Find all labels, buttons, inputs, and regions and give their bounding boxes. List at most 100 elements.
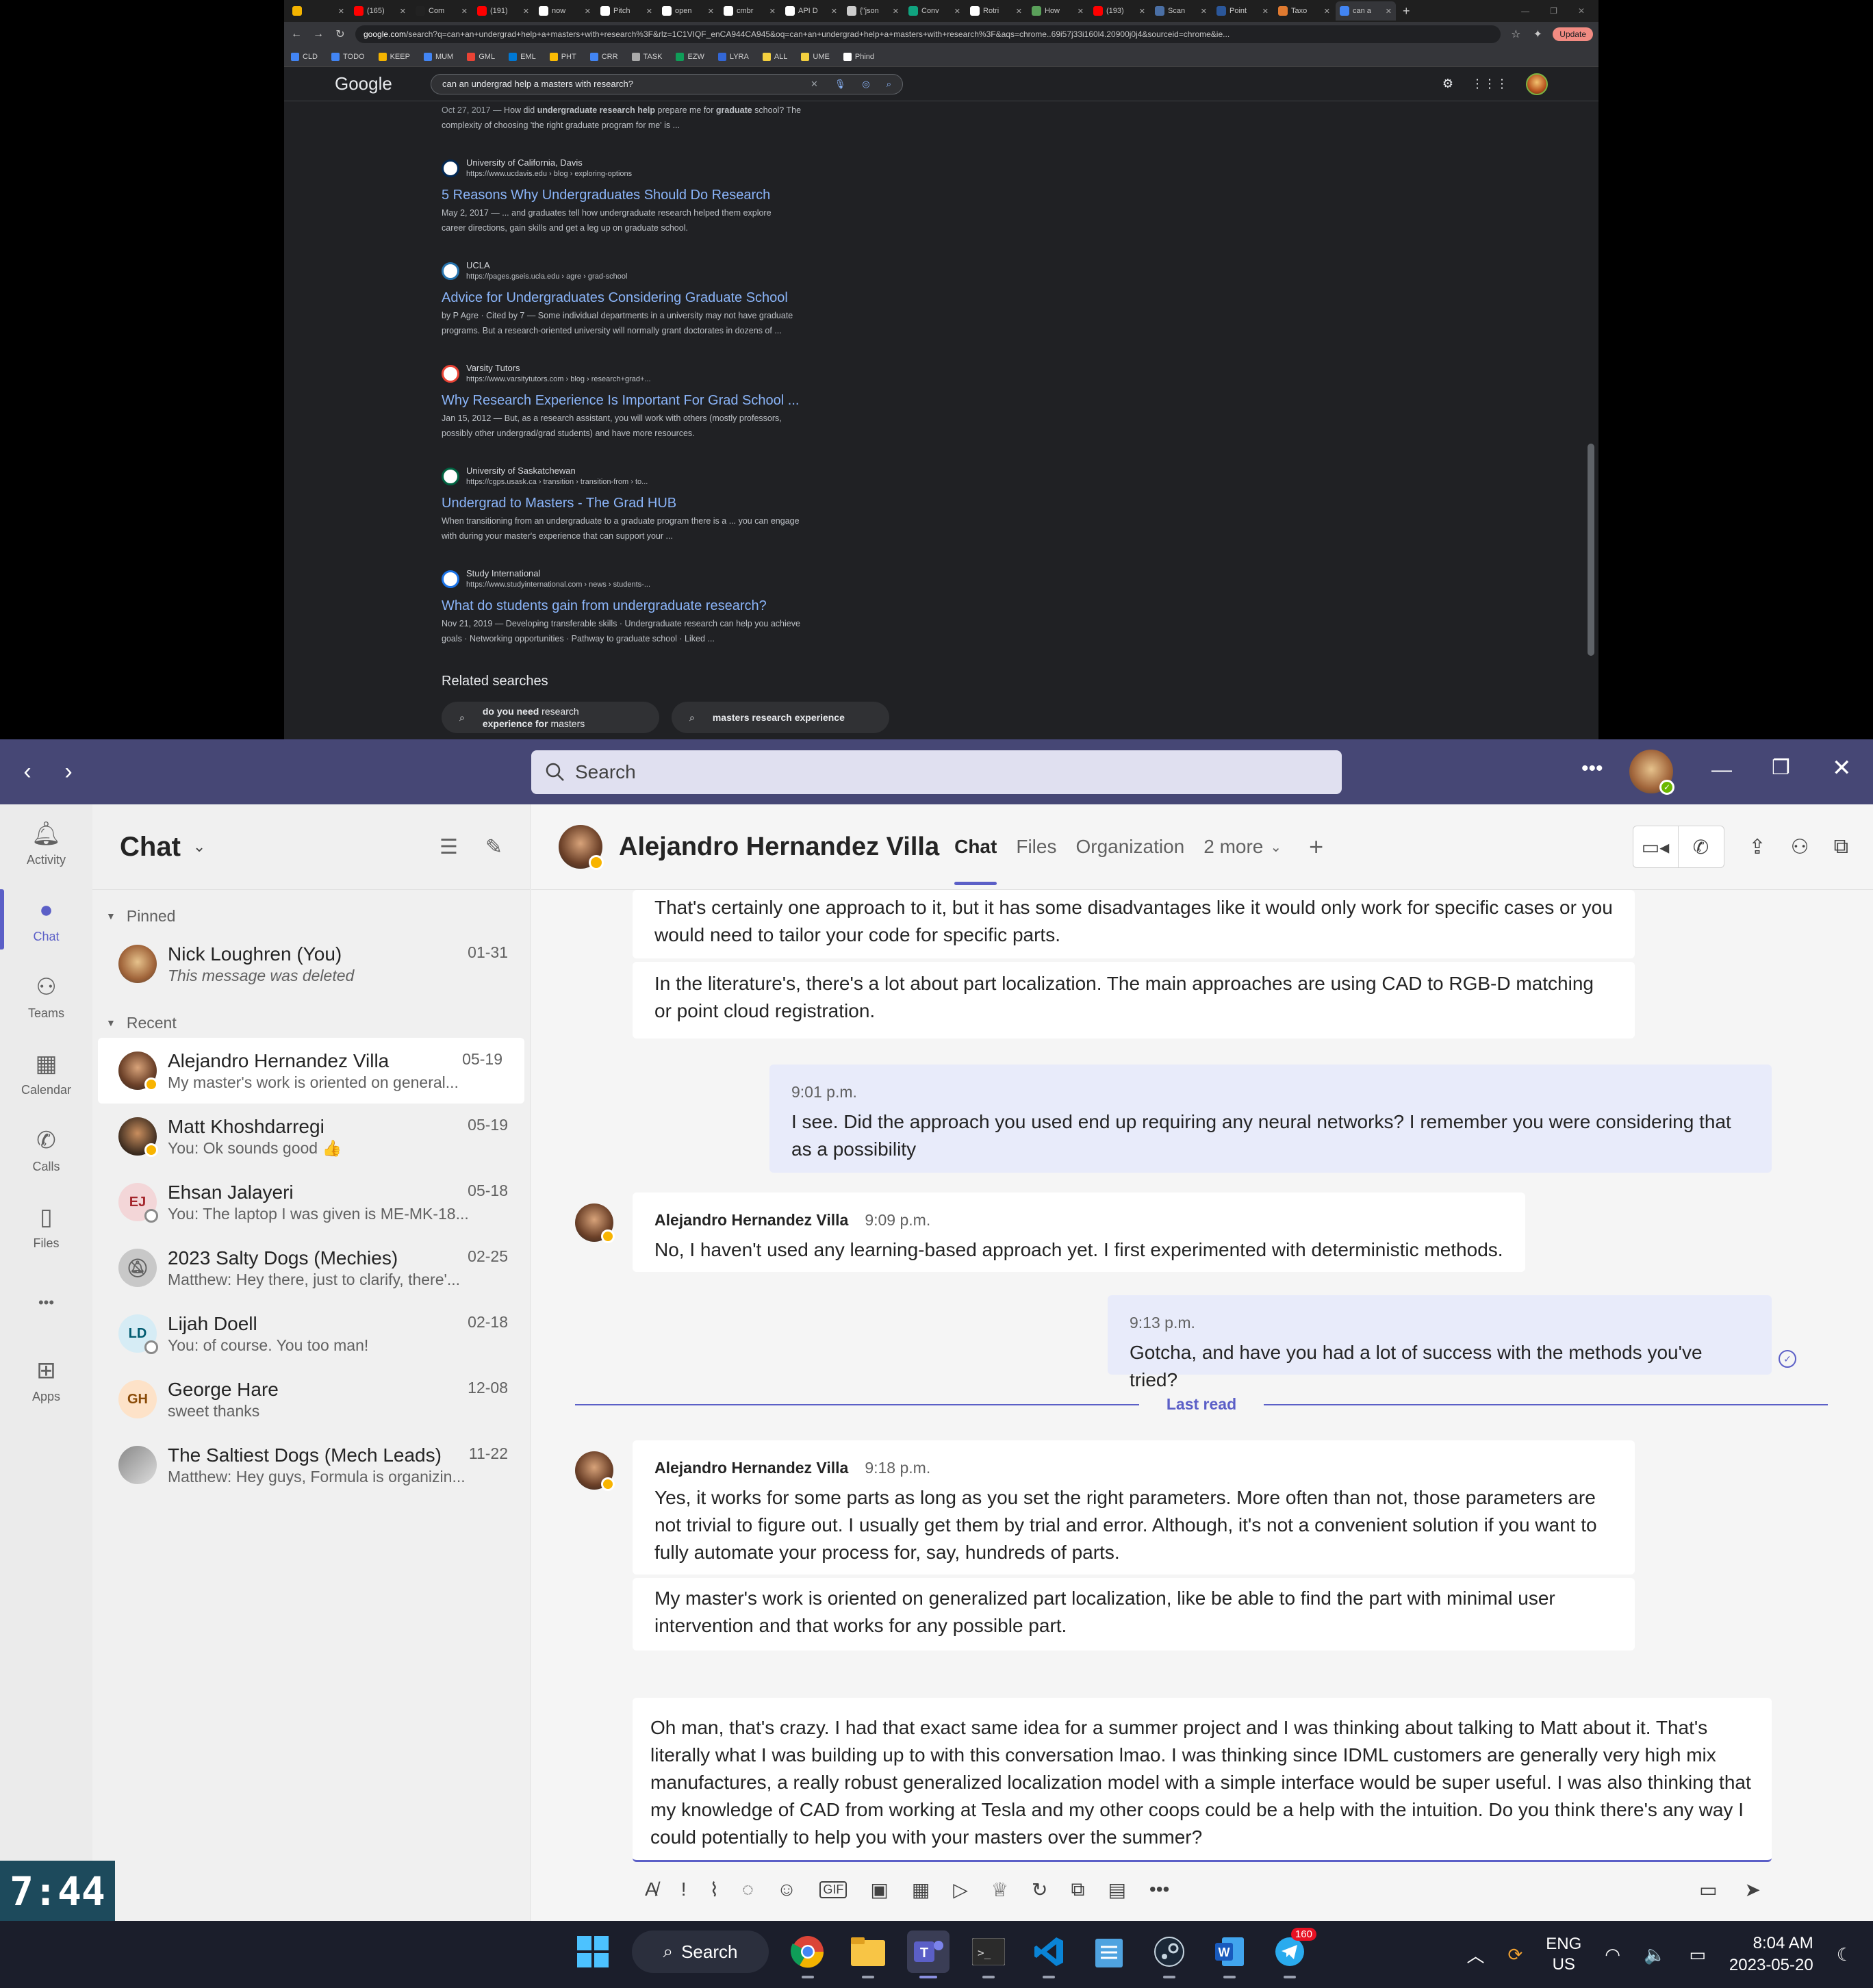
page-scrollbar[interactable]: [1588, 444, 1594, 656]
mic-icon[interactable]: 🎙: [834, 79, 846, 90]
result-title-link[interactable]: 5 Reasons Why Undergraduates Should Do R…: [442, 186, 1598, 204]
add-people-icon[interactable]: ⚇: [1791, 835, 1809, 859]
bookmark-item[interactable]: KEEP: [378, 52, 410, 61]
avatar[interactable]: GH: [118, 1380, 157, 1418]
close-icon[interactable]: ✕: [1832, 754, 1852, 782]
teams-icon[interactable]: T: [907, 1930, 950, 1978]
avatar[interactable]: [118, 1117, 158, 1157]
browser-tab[interactable]: API D ✕: [781, 1, 841, 21]
rail-item-activity[interactable]: 🔔︎ Activity: [0, 804, 92, 881]
tab-close-icon[interactable]: ✕: [523, 7, 529, 16]
browser-tab[interactable]: (193) ✕: [1089, 1, 1149, 21]
browser-tab[interactable]: (165) ✕: [350, 1, 410, 21]
browser-tab[interactable]: now ✕: [535, 1, 595, 21]
tab-close-icon[interactable]: ✕: [1324, 7, 1330, 16]
teams-search-input[interactable]: Search: [531, 750, 1342, 794]
tab-close-icon[interactable]: ✕: [893, 7, 899, 16]
vscode-icon[interactable]: [1028, 1930, 1070, 1978]
browser-tab[interactable]: can a ✕: [1336, 1, 1396, 21]
bookmark-item[interactable]: LYRA: [717, 52, 749, 61]
browser-tab[interactable]: Pitch ✕: [596, 1, 657, 21]
tab-close-icon[interactable]: ✕: [1078, 7, 1084, 16]
stream-icon[interactable]: ▷: [953, 1878, 968, 1901]
tab-close-icon[interactable]: ✕: [1139, 7, 1145, 16]
attach-icon[interactable]: ⌇: [709, 1878, 719, 1901]
my-message-bubble[interactable]: 9:01 p.m. I see. Did the approach you us…: [769, 1065, 1772, 1173]
language-indicator[interactable]: ENG US: [1546, 1934, 1581, 1975]
bookmark-item[interactable]: PHT: [549, 52, 576, 61]
bookmark-item[interactable]: UME: [801, 52, 830, 61]
forms-icon[interactable]: ▤: [1108, 1878, 1125, 1901]
sender-avatar[interactable]: [575, 1203, 615, 1243]
avatar[interactable]: [118, 1052, 158, 1091]
bookmark-item[interactable]: Phind: [843, 52, 874, 61]
chevron-down-icon[interactable]: ⌄: [193, 838, 205, 856]
tab-close-icon[interactable]: ✕: [1386, 7, 1392, 16]
chat-list-item[interactable]: Matt Khoshdarregi 05-19 You: Ok sounds goo…: [92, 1104, 530, 1169]
avatar[interactable]: LD: [118, 1314, 158, 1354]
format-icon[interactable]: A̸: [645, 1878, 658, 1900]
browser-tab[interactable]: open ✕: [658, 1, 718, 21]
browser-tab[interactable]: Taxo ✕: [1274, 1, 1334, 21]
chat-list-item[interactable]: GH George Hare 12-08 sweet thanks: [92, 1366, 530, 1432]
result-title-link[interactable]: Advice for Undergraduates Considering Gr…: [442, 289, 1598, 307]
browser-tab[interactable]: Point ✕: [1212, 1, 1273, 21]
browser-tab[interactable]: How ✕: [1028, 1, 1088, 21]
bookmark-item[interactable]: CRR: [589, 52, 618, 61]
forward-icon[interactable]: →: [311, 28, 325, 40]
chrome-icon[interactable]: [787, 1930, 829, 1978]
avatar[interactable]: [118, 1446, 157, 1484]
show-hidden-icons-chevron[interactable]: ︿: [1466, 1942, 1484, 1967]
rail-item-teams[interactable]: ⚇ Teams: [0, 958, 92, 1034]
video-call-icon[interactable]: ▭◂: [1633, 826, 1679, 867]
audio-call-icon[interactable]: ✆: [1679, 826, 1724, 867]
forward-arrow-icon[interactable]: ›: [48, 759, 89, 785]
volume-icon[interactable]: 🔈: [1644, 1944, 1666, 1965]
result-source[interactable]: UCLA https://pages.gseis.ucla.edu › agre …: [442, 260, 1598, 282]
browser-tab[interactable]: Com ✕: [411, 1, 472, 21]
rail-item-more[interactable]: •••: [0, 1264, 92, 1341]
browser-tab[interactable]: {"json ✕: [843, 1, 903, 21]
new-chat-icon[interactable]: ✎: [485, 835, 502, 859]
search-icon[interactable]: ⌕: [887, 79, 891, 90]
result-source[interactable]: University of California, Davis https://w…: [442, 157, 1598, 179]
result-title-link[interactable]: Why Research Experience Is Important For…: [442, 392, 1598, 409]
add-tab-icon[interactable]: +: [1309, 832, 1323, 861]
browser-tab[interactable]: (191) ✕: [473, 1, 533, 21]
chat-list-item[interactable]: The Saltiest Dogs (Mech Leads) 11-22 Matth…: [92, 1432, 530, 1498]
emoji-icon[interactable]: ☺: [777, 1878, 797, 1900]
new-tab-icon[interactable]: +: [1397, 4, 1416, 18]
praise-icon[interactable]: ♕: [991, 1878, 1008, 1901]
tab-close-icon[interactable]: ✕: [954, 7, 960, 16]
share-screen-icon[interactable]: ⇪: [1749, 835, 1766, 859]
settings-gear-icon[interactable]: ⚙: [1442, 77, 1453, 91]
tab-close-icon[interactable]: ✕: [831, 7, 837, 16]
bookmark-item[interactable]: TASK: [631, 52, 662, 61]
chat-list-item[interactable]: Alejandro Hernandez Villa 05-19 My master'…: [98, 1038, 524, 1104]
tab-close-icon[interactable]: ✕: [708, 7, 714, 16]
refresh-icon[interactable]: ↻: [1032, 1878, 1047, 1901]
chat-list-item[interactable]: Nick Loughren (You) 01-31 This message was…: [92, 931, 530, 997]
bookmark-item[interactable]: ALL: [762, 52, 787, 61]
tab-files[interactable]: Files: [1016, 836, 1056, 858]
loop-icon[interactable]: ◌: [742, 1878, 754, 1900]
browser-tab[interactable]: ✕: [288, 1, 348, 21]
bookmark-item[interactable]: EML: [509, 52, 536, 61]
browser-tab[interactable]: Rotri ✕: [966, 1, 1026, 21]
close-icon[interactable]: ✕: [1578, 6, 1585, 16]
taskbar-search-button[interactable]: ⌕ Search: [632, 1930, 769, 1973]
apps-grid-icon[interactable]: ⋮⋮⋮: [1471, 77, 1508, 91]
clear-icon[interactable]: ✕: [811, 79, 818, 90]
rail-item-chat[interactable]: ● Chat: [0, 881, 92, 958]
more-options-icon[interactable]: •••: [1581, 757, 1603, 780]
avatar[interactable]: 🔕︎: [118, 1249, 157, 1287]
rail-item-files[interactable]: ▯ Files: [0, 1188, 92, 1264]
bookmark-item[interactable]: MUM: [423, 52, 453, 61]
extensions-icon[interactable]: ✦: [1531, 27, 1544, 41]
result-source[interactable]: Varsity Tutors https://www.varsitytutors.…: [442, 363, 1598, 385]
omnibox[interactable]: google.com/search?q=can+an+undergrad+hel…: [355, 25, 1501, 43]
wifi-icon[interactable]: ◠: [1605, 1944, 1620, 1965]
video-clip-icon[interactable]: ▭: [1699, 1878, 1717, 1901]
chat-list-item[interactable]: 🔕︎ 2023 Salty Dogs (Mechies) 02-25 Matthew:…: [92, 1235, 530, 1301]
bookmark-item[interactable]: GML: [467, 52, 495, 61]
